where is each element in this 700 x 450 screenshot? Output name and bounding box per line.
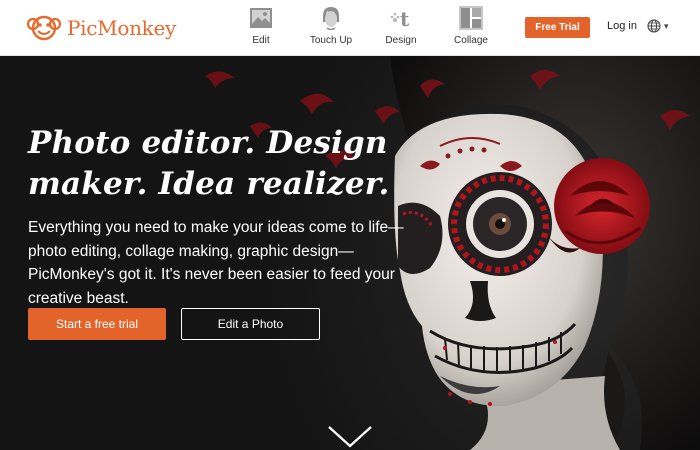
free-trial-button[interactable]: Free Trial: [525, 17, 590, 38]
language-selector[interactable]: ▾: [647, 19, 669, 33]
nav-item-edit[interactable]: Edit: [226, 6, 296, 52]
image-icon: [250, 8, 272, 28]
face-icon: [323, 7, 339, 30]
collage-grid-icon: [459, 6, 483, 30]
nav-label-collage: Collage: [454, 35, 488, 46]
nav-item-design[interactable]: t Design: [366, 6, 436, 52]
design-text-icon: t: [390, 7, 410, 30]
svg-text:t: t: [400, 7, 410, 30]
hero-headline: Photo editor. Design maker. Idea realize…: [28, 125, 390, 202]
picmonkey-logo[interactable]: PicMonkey: [27, 12, 176, 44]
main-nav: Edit Touch Up t Design Collage: [226, 6, 506, 52]
page: PicMonkey Edit Touch Up t Design Collage…: [0, 0, 700, 450]
hero-subtext: Everything you need to make your ideas c…: [28, 219, 404, 307]
chevron-down-icon[interactable]: [326, 424, 374, 450]
top-navigation-bar: PicMonkey Edit Touch Up t Design Collage…: [0, 0, 700, 56]
login-link[interactable]: Log in: [607, 20, 637, 32]
start-free-trial-button[interactable]: Start a free trial: [28, 308, 166, 340]
nav-item-collage[interactable]: Collage: [436, 6, 506, 52]
globe-icon: [647, 19, 661, 33]
logo-wordmark: PicMonkey: [67, 16, 177, 40]
nav-label-design: Design: [385, 35, 417, 46]
edit-a-photo-button[interactable]: Edit a Photo: [181, 308, 320, 340]
nav-item-touch-up[interactable]: Touch Up: [296, 6, 366, 52]
chevron-down-icon: ▾: [664, 20, 669, 31]
hero-section: Photo editor. Design maker. Idea realize…: [0, 56, 700, 450]
nav-label-touch-up: Touch Up: [309, 35, 353, 46]
nav-label-edit: Edit: [252, 35, 270, 46]
monkey-face-icon: [27, 15, 61, 41]
